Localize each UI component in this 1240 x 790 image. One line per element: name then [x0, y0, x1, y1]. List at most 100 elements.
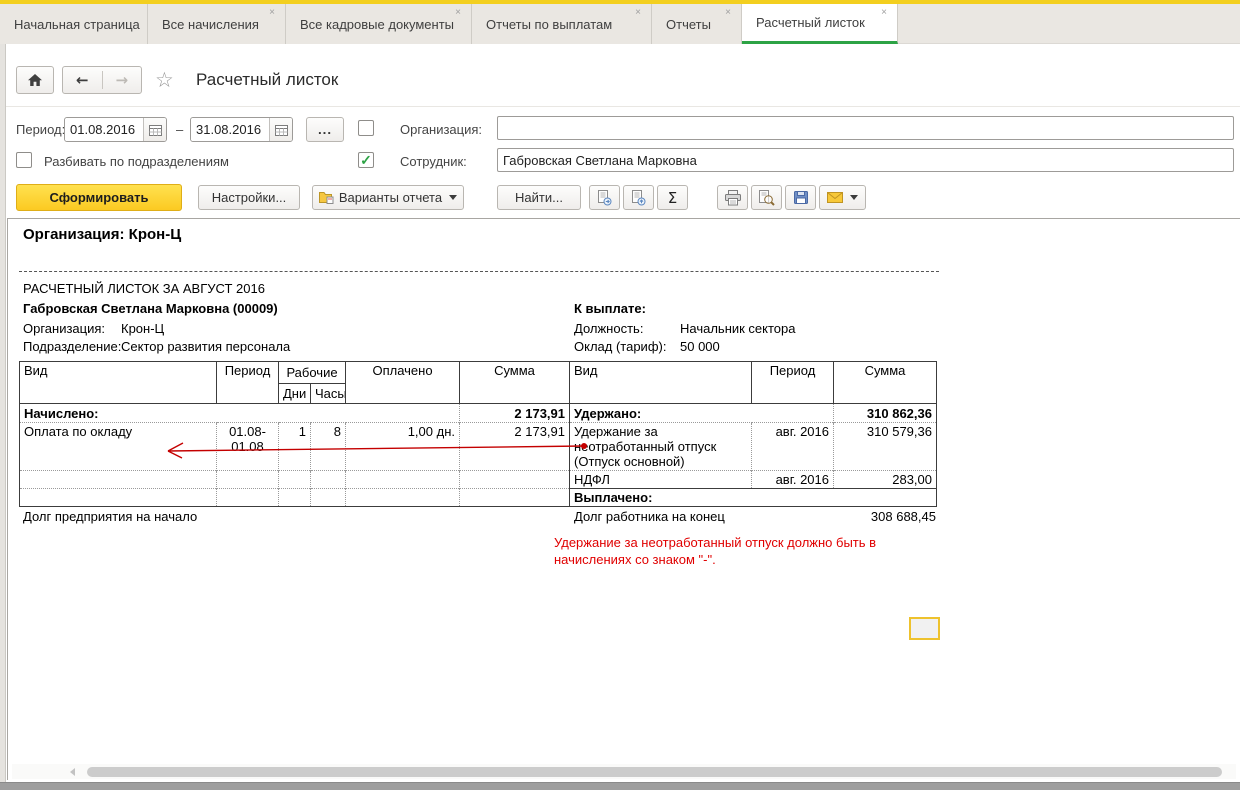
calendar-button[interactable]: [269, 118, 292, 141]
split-by-departments-label: Разбивать по подразделениям: [44, 154, 229, 169]
col-header-working: Рабочие: [279, 362, 346, 384]
close-icon[interactable]: [269, 8, 275, 18]
org-checkbox[interactable]: [358, 120, 374, 136]
organization-input[interactable]: [497, 116, 1234, 140]
tab-label: Отчеты по выплатам: [486, 17, 612, 32]
accrued-total-sum: 2 173,91: [460, 404, 570, 423]
accrual-paid: 1,00 дн.: [346, 423, 460, 471]
settings-button[interactable]: Настройки...: [198, 185, 300, 210]
report-title: РАСЧЕТНЫЙ ЛИСТОК ЗА АВГУСТ 2016: [23, 281, 265, 296]
withholding-sum: 283,00: [834, 471, 937, 489]
split-by-departments-checkbox[interactable]: [16, 152, 32, 168]
col-header-sum: Сумма: [460, 362, 570, 404]
tab-payment-reports[interactable]: Отчеты по выплатам: [472, 4, 652, 44]
tab-all-accruals[interactable]: Все начисления: [148, 4, 286, 44]
preview-button[interactable]: [751, 185, 782, 210]
calendar-icon: [149, 124, 162, 136]
paid-out-row: Выплачено:: [570, 489, 937, 507]
empty-row: [20, 471, 570, 489]
horizontal-scrollbar[interactable]: [12, 764, 1236, 779]
report-variants-label: Варианты отчета: [339, 190, 442, 205]
tab-label: Все начисления: [162, 17, 259, 32]
withholding-kind: Удержание за неотработанный отпуск (Отпу…: [570, 423, 752, 471]
withholding-kind: НДФЛ: [570, 471, 752, 489]
generate-button[interactable]: Сформировать: [16, 184, 182, 211]
report-employee-header: Габровская Светлана Марковна (00009): [23, 301, 278, 316]
close-icon[interactable]: [455, 8, 461, 18]
home-button[interactable]: [16, 66, 54, 94]
close-icon[interactable]: [635, 8, 641, 18]
page-title: Расчетный листок: [196, 70, 338, 90]
employee-checkbox[interactable]: [358, 152, 374, 168]
close-icon[interactable]: [725, 8, 731, 18]
scrollbar-thumb[interactable]: [87, 767, 1222, 777]
annotation-note: Удержание за неотработанный отпуск должн…: [554, 534, 904, 568]
period-variants-button[interactable]: ...: [306, 117, 344, 142]
back-icon[interactable]: ←: [63, 71, 103, 89]
copy-cells-button[interactable]: [589, 185, 620, 210]
withholding-row: НДФЛ авг. 2016 283,00: [570, 471, 937, 489]
forward-icon[interactable]: →: [103, 71, 142, 89]
period-from-field: [64, 117, 167, 142]
withholdings-table: Вид Период Сумма Удержано: 310 862,36 Уд…: [569, 361, 937, 507]
close-icon[interactable]: [881, 8, 887, 18]
accrual-kind: Оплата по окладу: [20, 423, 217, 471]
empty-row: [20, 489, 570, 507]
accrual-period: 01.08-01.08: [217, 423, 279, 471]
tab-home[interactable]: Начальная страница: [0, 4, 148, 44]
withholding-period: авг. 2016: [752, 423, 834, 471]
scroll-left-icon[interactable]: [70, 768, 75, 776]
sum-button[interactable]: Σ: [657, 185, 688, 210]
report-variants-button[interactable]: Варианты отчета: [312, 185, 464, 210]
calendar-button[interactable]: [143, 118, 166, 141]
tab-payslip[interactable]: Расчетный листок: [742, 4, 898, 44]
tab-label: Расчетный листок: [756, 15, 865, 30]
withholding-period: авг. 2016: [752, 471, 834, 489]
chevron-down-icon: [850, 195, 858, 200]
favorite-star-icon[interactable]: ☆: [155, 68, 174, 92]
col-header-kind: Вид: [570, 362, 752, 404]
accrual-days: 1: [279, 423, 311, 471]
accruals-table: Вид Период Рабочие Оплачено Сумма Дни Ча…: [19, 361, 570, 507]
window-edge: [0, 44, 6, 782]
salary-value: 50 000: [680, 339, 720, 354]
report-document: Организация: Крон-Ц РАСЧЕТНЫЙ ЛИСТОК ЗА …: [7, 218, 1240, 780]
employee-debt-value: 308 688,45: [836, 509, 936, 524]
withheld-total-sum: 310 862,36: [834, 404, 937, 423]
col-header-period: Период: [217, 362, 279, 404]
paste-cells-button[interactable]: [623, 185, 654, 210]
employee-label: Сотрудник:: [400, 154, 467, 169]
withheld-total-row: Удержано: 310 862,36: [570, 404, 937, 423]
col-header-period: Период: [752, 362, 834, 404]
tab-reports[interactable]: Отчеты: [652, 4, 742, 44]
folder-icon: [319, 191, 334, 204]
tab-label: Все кадровые документы: [300, 17, 454, 32]
selected-cell-cursor[interactable]: [909, 617, 940, 640]
col-header-paid: Оплачено: [346, 362, 460, 404]
chevron-down-icon: [449, 195, 457, 200]
tab-hr-documents[interactable]: Все кадровые документы: [286, 4, 472, 44]
company-debt-label: Долг предприятия на начало: [23, 509, 197, 524]
col-header-days: Дни: [279, 384, 311, 404]
employee-input[interactable]: [497, 148, 1234, 172]
org-info-value: Крон-Ц: [121, 321, 164, 336]
report-org-header: Организация: Крон-Ц: [23, 226, 181, 243]
period-label: Период:: [16, 122, 65, 137]
accrued-total-label: Начислено:: [20, 404, 460, 423]
salary-label: Оклад (тариф):: [574, 339, 666, 354]
position-label: Должность:: [574, 321, 643, 336]
send-email-button[interactable]: [819, 185, 866, 210]
withholding-sum: 310 579,36: [834, 423, 937, 471]
print-button[interactable]: [717, 185, 748, 210]
find-button[interactable]: Найти...: [497, 185, 581, 210]
document-paste-icon: [631, 190, 646, 206]
calendar-icon: [275, 124, 288, 136]
org-info-label: Организация:: [23, 321, 105, 336]
history-nav: ← →: [62, 66, 142, 94]
withholding-row: Удержание за неотработанный отпуск (Отпу…: [570, 423, 937, 471]
period-from-input[interactable]: [65, 118, 143, 141]
paid-out-label: Выплачено:: [570, 489, 937, 507]
organization-label: Организация:: [400, 122, 482, 137]
save-button[interactable]: [785, 185, 816, 210]
period-to-input[interactable]: [191, 118, 269, 141]
